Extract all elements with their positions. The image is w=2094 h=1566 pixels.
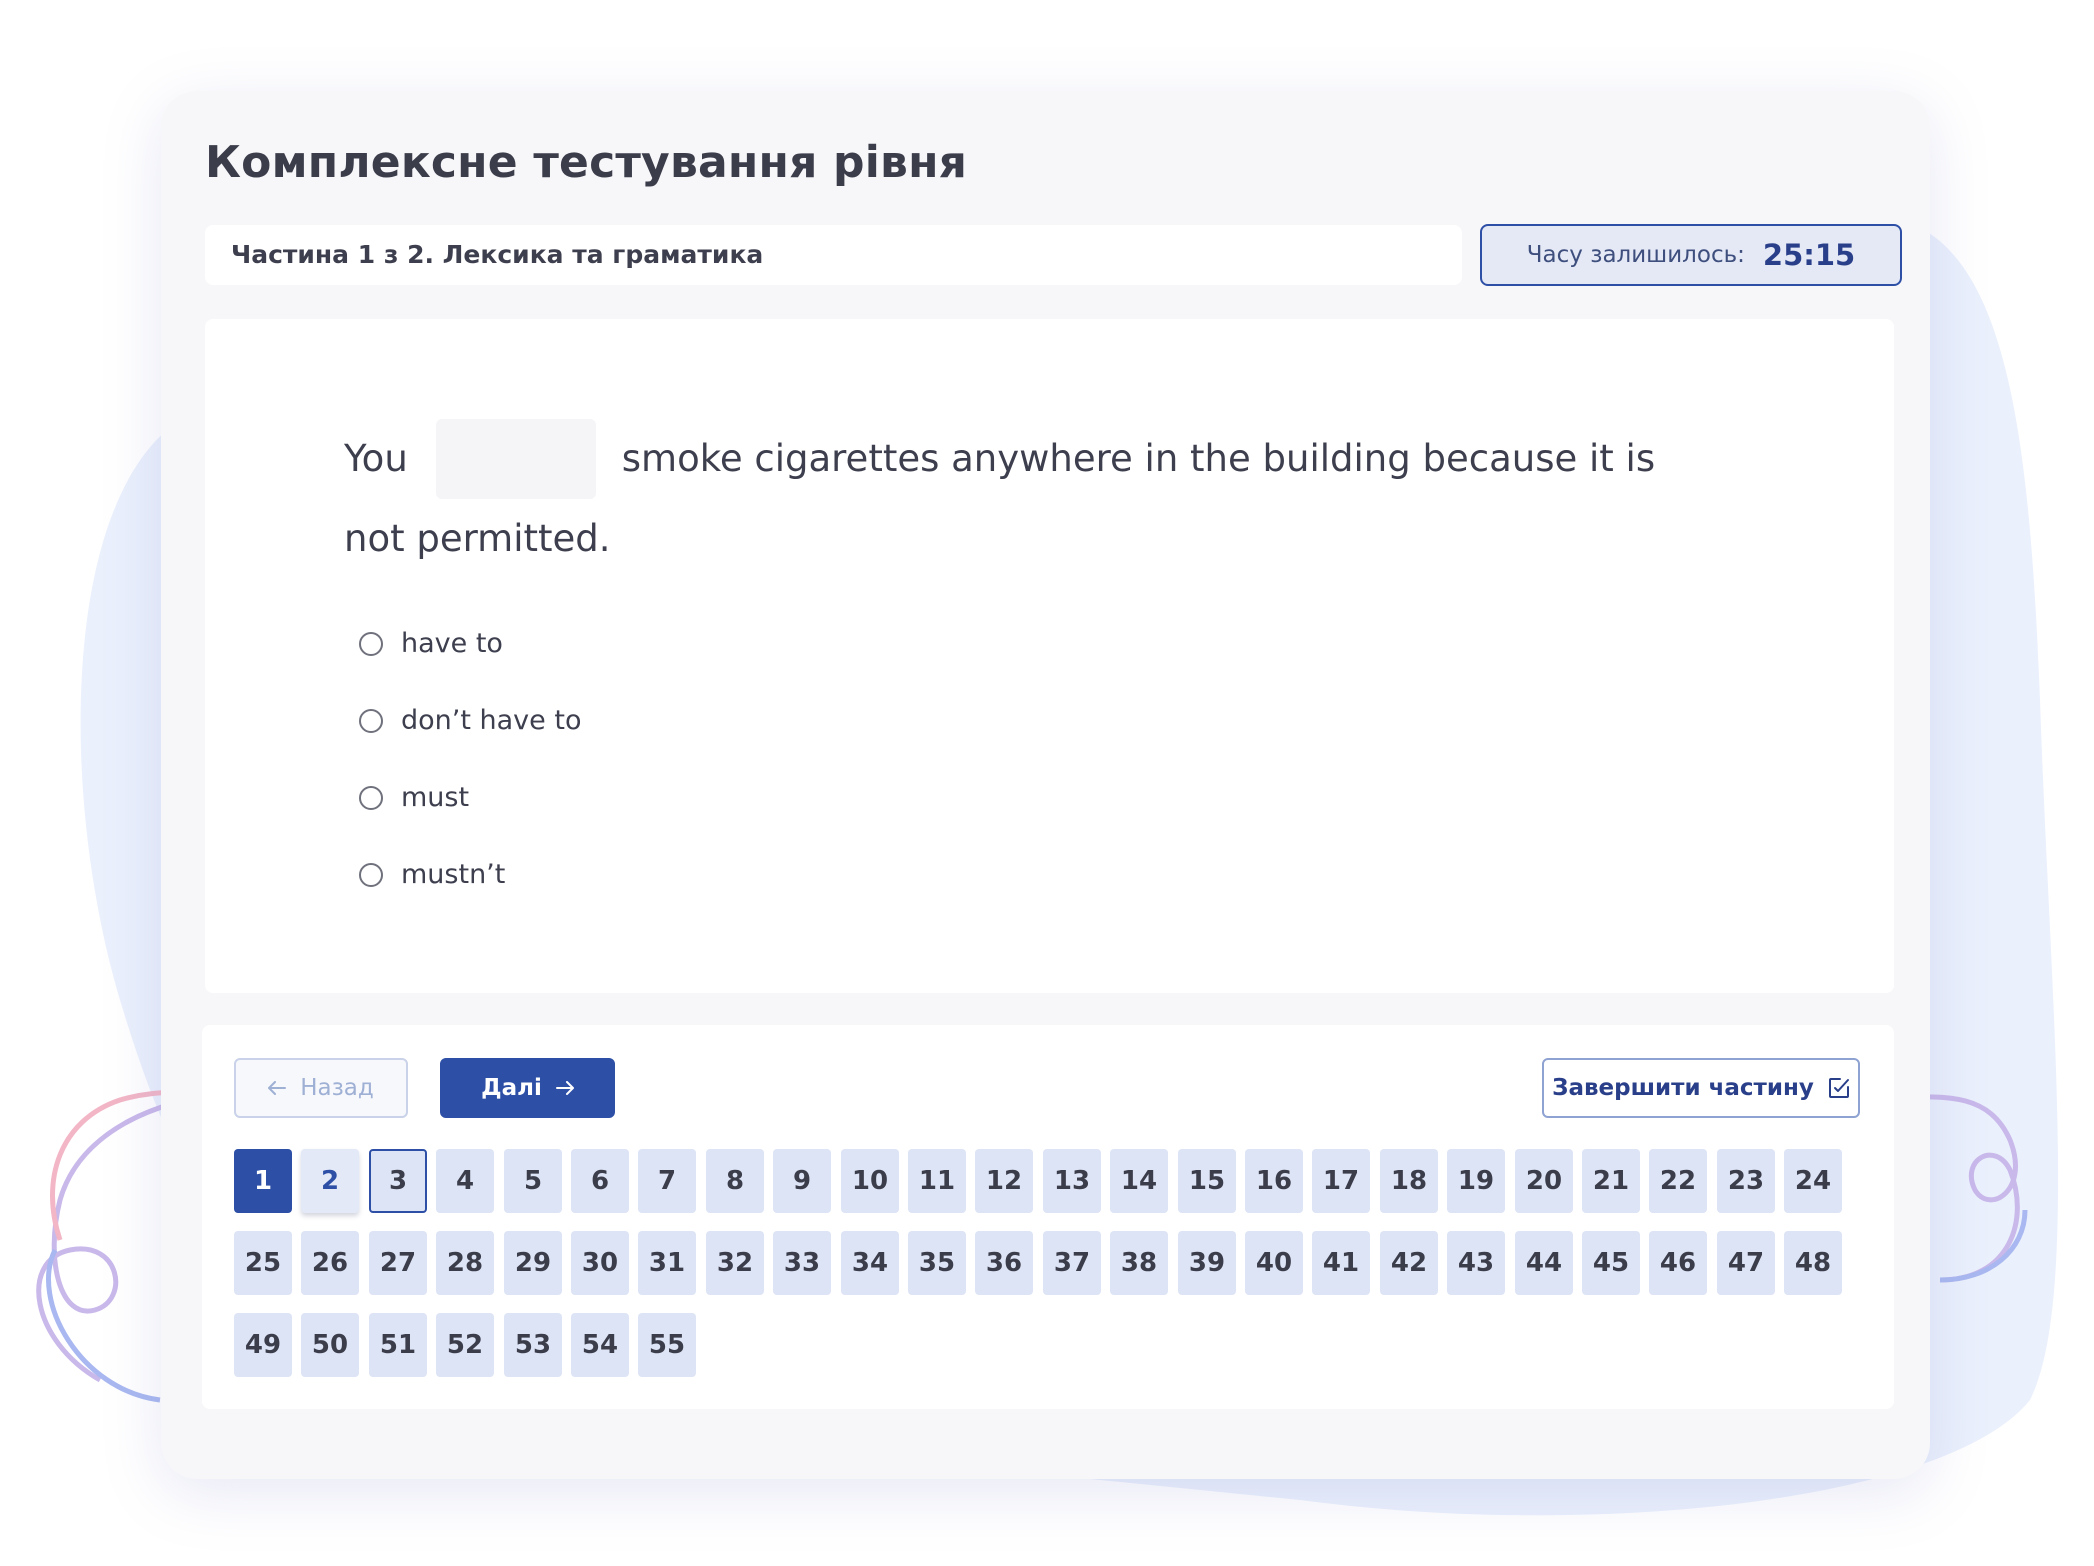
question-line-2: not permitted.: [344, 517, 611, 560]
option-mustnt[interactable]: mustn’t: [359, 836, 581, 913]
question-number-20[interactable]: 20: [1515, 1149, 1573, 1213]
timer-label: Часу залишилось:: [1526, 242, 1745, 268]
question-number-21[interactable]: 21: [1582, 1149, 1640, 1213]
question-number-54[interactable]: 54: [571, 1313, 629, 1377]
question-number-28[interactable]: 28: [436, 1231, 494, 1295]
question-number-6[interactable]: 6: [571, 1149, 629, 1213]
timer-value: 25:15: [1762, 238, 1856, 272]
option-label: don’t have to: [401, 705, 582, 736]
next-button[interactable]: Далі: [440, 1058, 615, 1118]
question-number-48[interactable]: 48: [1784, 1231, 1842, 1295]
option-label: mustn’t: [401, 859, 506, 890]
question-number-34[interactable]: 34: [841, 1231, 899, 1295]
question-number-5[interactable]: 5: [504, 1149, 562, 1213]
answer-options: have to don’t have to must mustn’t: [359, 605, 581, 913]
question-number-16[interactable]: 16: [1245, 1149, 1303, 1213]
option-label: have to: [401, 628, 503, 659]
navigation-panel: Назад Далі Завершити частину 1 2 3 4 5 6 7 8 9 10…: [202, 1025, 1894, 1409]
test-card: Комплексне тестування рівня Частина 1 з …: [161, 91, 1930, 1479]
option-must[interactable]: must: [359, 759, 581, 836]
question-number-22[interactable]: 22: [1649, 1149, 1707, 1213]
arrow-left-icon: [268, 1081, 287, 1095]
question-text-before: You: [344, 437, 408, 480]
question-number-42[interactable]: 42: [1380, 1231, 1438, 1295]
question-number-53[interactable]: 53: [504, 1313, 562, 1377]
option-have-to[interactable]: have to: [359, 605, 581, 682]
radio-button[interactable]: [359, 631, 383, 656]
question-number-46[interactable]: 46: [1649, 1231, 1707, 1295]
question-number-37[interactable]: 37: [1043, 1231, 1101, 1295]
part-indicator: Частина 1 з 2. Лексика та граматика: [205, 225, 1462, 285]
question-text-after: smoke cigarettes anywhere in the buildin…: [621, 437, 1656, 480]
question-number-9[interactable]: 9: [773, 1149, 831, 1213]
part-label: Частина 1 з 2. Лексика та граматика: [231, 240, 764, 269]
question-number-32[interactable]: 32: [706, 1231, 764, 1295]
question-number-44[interactable]: 44: [1515, 1231, 1573, 1295]
timer-box: Часу залишилось: 25:15: [1480, 224, 1902, 286]
question-number-10[interactable]: 10: [841, 1149, 899, 1213]
next-label: Далі: [481, 1075, 542, 1101]
question-number-30[interactable]: 30: [571, 1231, 629, 1295]
question-number-1[interactable]: 1: [234, 1149, 292, 1213]
question-number-45[interactable]: 45: [1582, 1231, 1640, 1295]
question-number-33[interactable]: 33: [773, 1231, 831, 1295]
question-number-52[interactable]: 52: [436, 1313, 494, 1377]
question-number-47[interactable]: 47: [1717, 1231, 1775, 1295]
question-number-18[interactable]: 18: [1380, 1149, 1438, 1213]
finish-part-button[interactable]: Завершити частину: [1542, 1058, 1860, 1118]
back-button[interactable]: Назад: [234, 1058, 408, 1118]
question-number-12[interactable]: 12: [975, 1149, 1033, 1213]
question-number-39[interactable]: 39: [1178, 1231, 1236, 1295]
question-number-2[interactable]: 2: [301, 1149, 359, 1213]
question-number-50[interactable]: 50: [301, 1313, 359, 1377]
finish-label: Завершити частину: [1552, 1075, 1814, 1101]
radio-button[interactable]: [359, 708, 383, 733]
question-number-27[interactable]: 27: [369, 1231, 427, 1295]
question-number-3[interactable]: 3: [369, 1149, 427, 1213]
question-number-43[interactable]: 43: [1447, 1231, 1505, 1295]
page-title: Комплексне тестування рівня: [205, 137, 968, 188]
question-number-13[interactable]: 13: [1043, 1149, 1101, 1213]
question-number-11[interactable]: 11: [908, 1149, 966, 1213]
question-number-26[interactable]: 26: [301, 1231, 359, 1295]
question-number-55[interactable]: 55: [638, 1313, 696, 1377]
question-number-38[interactable]: 38: [1110, 1231, 1168, 1295]
question-number-31[interactable]: 31: [638, 1231, 696, 1295]
arrow-right-icon: [555, 1081, 574, 1095]
question-number-4[interactable]: 4: [436, 1149, 494, 1213]
question-number-23[interactable]: 23: [1717, 1149, 1775, 1213]
question-number-17[interactable]: 17: [1312, 1149, 1370, 1213]
radio-button[interactable]: [359, 785, 383, 810]
option-label: must: [401, 782, 470, 813]
question-number-15[interactable]: 15: [1178, 1149, 1236, 1213]
question-number-35[interactable]: 35: [908, 1231, 966, 1295]
question-number-14[interactable]: 14: [1110, 1149, 1168, 1213]
back-label: Назад: [300, 1075, 374, 1101]
checkbox-edit-icon: [1828, 1078, 1849, 1098]
question-number-51[interactable]: 51: [369, 1313, 427, 1377]
question-number-49[interactable]: 49: [234, 1313, 292, 1377]
option-dont-have-to[interactable]: don’t have to: [359, 682, 581, 759]
question-number-40[interactable]: 40: [1245, 1231, 1303, 1295]
question-number-7[interactable]: 7: [638, 1149, 696, 1213]
question-line-1: You smoke cigarettes anywhere in the bui…: [344, 419, 1655, 499]
question-number-41[interactable]: 41: [1312, 1231, 1370, 1295]
radio-button[interactable]: [359, 862, 383, 887]
question-number-29[interactable]: 29: [504, 1231, 562, 1295]
answer-blank[interactable]: [435, 419, 596, 499]
question-number-36[interactable]: 36: [975, 1231, 1033, 1295]
question-number-24[interactable]: 24: [1784, 1149, 1842, 1213]
question-number-25[interactable]: 25: [234, 1231, 292, 1295]
question-number-19[interactable]: 19: [1447, 1149, 1505, 1213]
question-number-8[interactable]: 8: [706, 1149, 764, 1213]
question-panel: You smoke cigarettes anywhere in the bui…: [205, 319, 1894, 993]
